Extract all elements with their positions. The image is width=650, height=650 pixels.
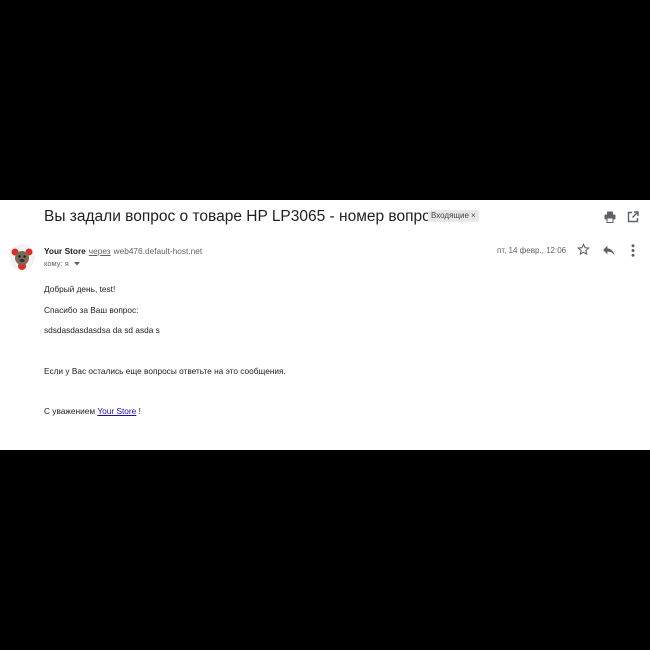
star-icon[interactable] (577, 243, 590, 256)
signoff-end: ! (138, 406, 141, 416)
email-subject: Вы задали вопрос о товаре HP LP3065 - но… (44, 208, 469, 225)
email-date: пт, 14 февр., 12:06 (497, 246, 567, 255)
remove-label-button[interactable]: × (471, 211, 476, 220)
body-greeting: Добрый день, test! (44, 284, 116, 294)
via-link[interactable]: через (89, 246, 111, 256)
body-question: sdsdasdasdasdsa da sd asda s (44, 325, 160, 335)
more-vertical-icon[interactable] (631, 244, 635, 257)
inbox-label-chip[interactable]: Входящие × (428, 210, 479, 222)
sender-avatar[interactable] (9, 244, 35, 270)
sender-line: Your Store через web476.default-host.net (44, 246, 202, 256)
sender-host: web476.default-host.net (113, 246, 203, 256)
inbox-label-text: Входящие (431, 211, 469, 220)
sender-name[interactable]: Your Store (44, 246, 86, 256)
reply-icon[interactable] (602, 244, 615, 256)
signoff-text: С уважением (44, 406, 96, 416)
store-link[interactable]: Your Store (97, 406, 136, 416)
open-in-new-window-icon[interactable] (627, 211, 639, 223)
body-thanks: Спасибо за Ваш вопрос: (44, 305, 139, 315)
recipient-text: кому: я (44, 259, 69, 268)
caret-down-icon[interactable] (73, 262, 80, 266)
subject-row: Вы задали вопрос о товаре HP LP3065 - но… (44, 208, 640, 228)
print-icon[interactable] (604, 211, 616, 223)
body-followup: Если у Вас остались еще вопросы ответьте… (44, 366, 286, 376)
body-signoff: С уважением Your Store ! (44, 406, 141, 416)
recipient-line[interactable]: кому: я (44, 259, 80, 268)
